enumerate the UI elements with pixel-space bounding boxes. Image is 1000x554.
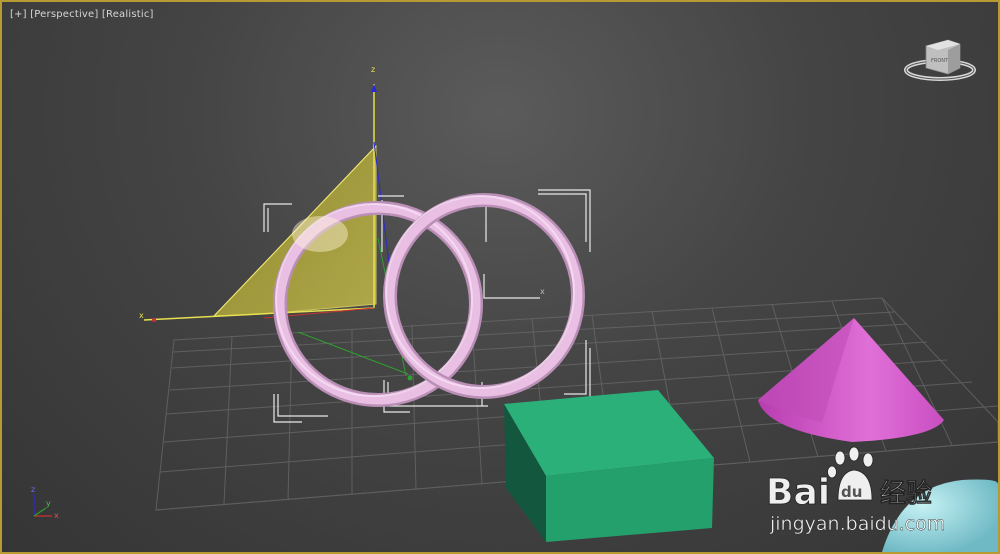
watermark-url: jingyan.baidu.com	[769, 513, 945, 535]
gizmo-z-arrow-icon[interactable]	[371, 84, 377, 92]
baidu-watermark: Bai du 经验 jingyan.baidu.com	[766, 446, 946, 535]
gizmo-z-label: z	[371, 65, 375, 74]
viewport-shading-menu[interactable]: [Realistic]	[102, 9, 154, 20]
world-axis-y-label: y	[46, 499, 51, 508]
gizmo-x-label: x	[139, 311, 144, 320]
pink-cone-object[interactable]	[758, 318, 944, 442]
viewport-label-menu: [+] [Perspective] [Realistic]	[10, 9, 154, 20]
world-axis-z-label: z	[31, 485, 35, 494]
watermark-product: 经验	[880, 478, 932, 509]
perspective-viewport[interactable]: z x x FRONT z x y Bai du 经验 jingyan.baid…	[0, 0, 1000, 554]
watermark-brand-suffix: du	[841, 483, 862, 501]
viewport-point-of-view-menu[interactable]: [Perspective]	[30, 9, 98, 20]
viewcube-front-face[interactable]: FRONT	[931, 58, 949, 64]
gizmo-x-handle-icon[interactable]	[152, 318, 156, 322]
world-axis-x-label: x	[54, 511, 59, 520]
viewcube[interactable]: FRONT	[904, 39, 976, 81]
gizmo-y-green-line	[297, 331, 409, 375]
viewport-general-menu[interactable]: [+]	[10, 9, 27, 20]
watermark-brand-prefix: Bai	[766, 472, 830, 513]
green-box-object[interactable]	[504, 390, 714, 542]
gizmo-y-handle-icon[interactable]	[407, 375, 413, 381]
world-axis-tripod: z x y	[31, 485, 59, 520]
scene-canvas[interactable]: z x x FRONT z x y Bai du 经验 jingyan.baid…	[2, 2, 998, 552]
bracket-axis-x-label: x	[540, 287, 545, 296]
torus-highlight	[292, 216, 348, 252]
